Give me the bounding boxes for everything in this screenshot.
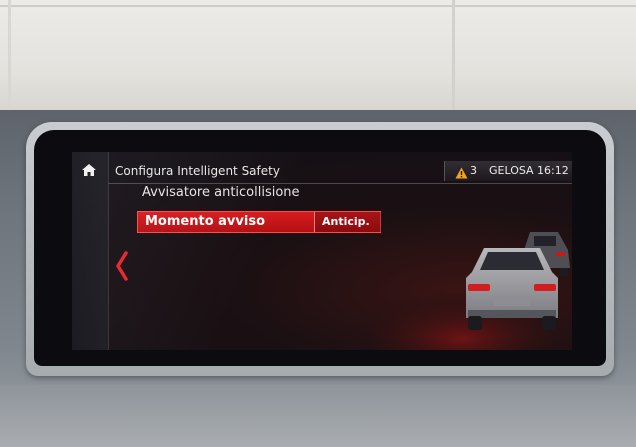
location-label: GELOSA	[489, 164, 534, 177]
menu-item-label: Momento avviso	[145, 214, 266, 229]
own-car-icon	[466, 248, 558, 330]
warning-triangle-icon[interactable]	[455, 164, 468, 179]
warning-count: 3	[470, 164, 477, 177]
header-divider	[108, 183, 572, 184]
infotainment-screen: Configura Intelligent Safety 3 GELOSA 16…	[72, 152, 572, 350]
background-wall	[0, 0, 636, 118]
clock: 16:12	[537, 164, 569, 177]
wall-seam	[452, 0, 455, 118]
wall-seam	[0, 5, 636, 7]
menu-item-value: Anticip.	[322, 215, 370, 228]
home-icon[interactable]	[81, 162, 97, 178]
status-bar: 3 GELOSA 16:12	[444, 161, 572, 181]
car-illustration	[372, 232, 572, 350]
section-title: Avvisatore anticollisione	[142, 185, 300, 200]
menu-item-warning-timing[interactable]: Momento avviso Anticip.	[137, 211, 381, 233]
left-rail	[72, 152, 109, 350]
menu-item-value-box: Anticip.	[314, 212, 381, 232]
chevron-left-icon[interactable]	[115, 251, 129, 281]
page-title: Configura Intelligent Safety	[115, 164, 280, 178]
wall-seam	[8, 0, 11, 118]
dashboard-trim	[0, 385, 636, 447]
